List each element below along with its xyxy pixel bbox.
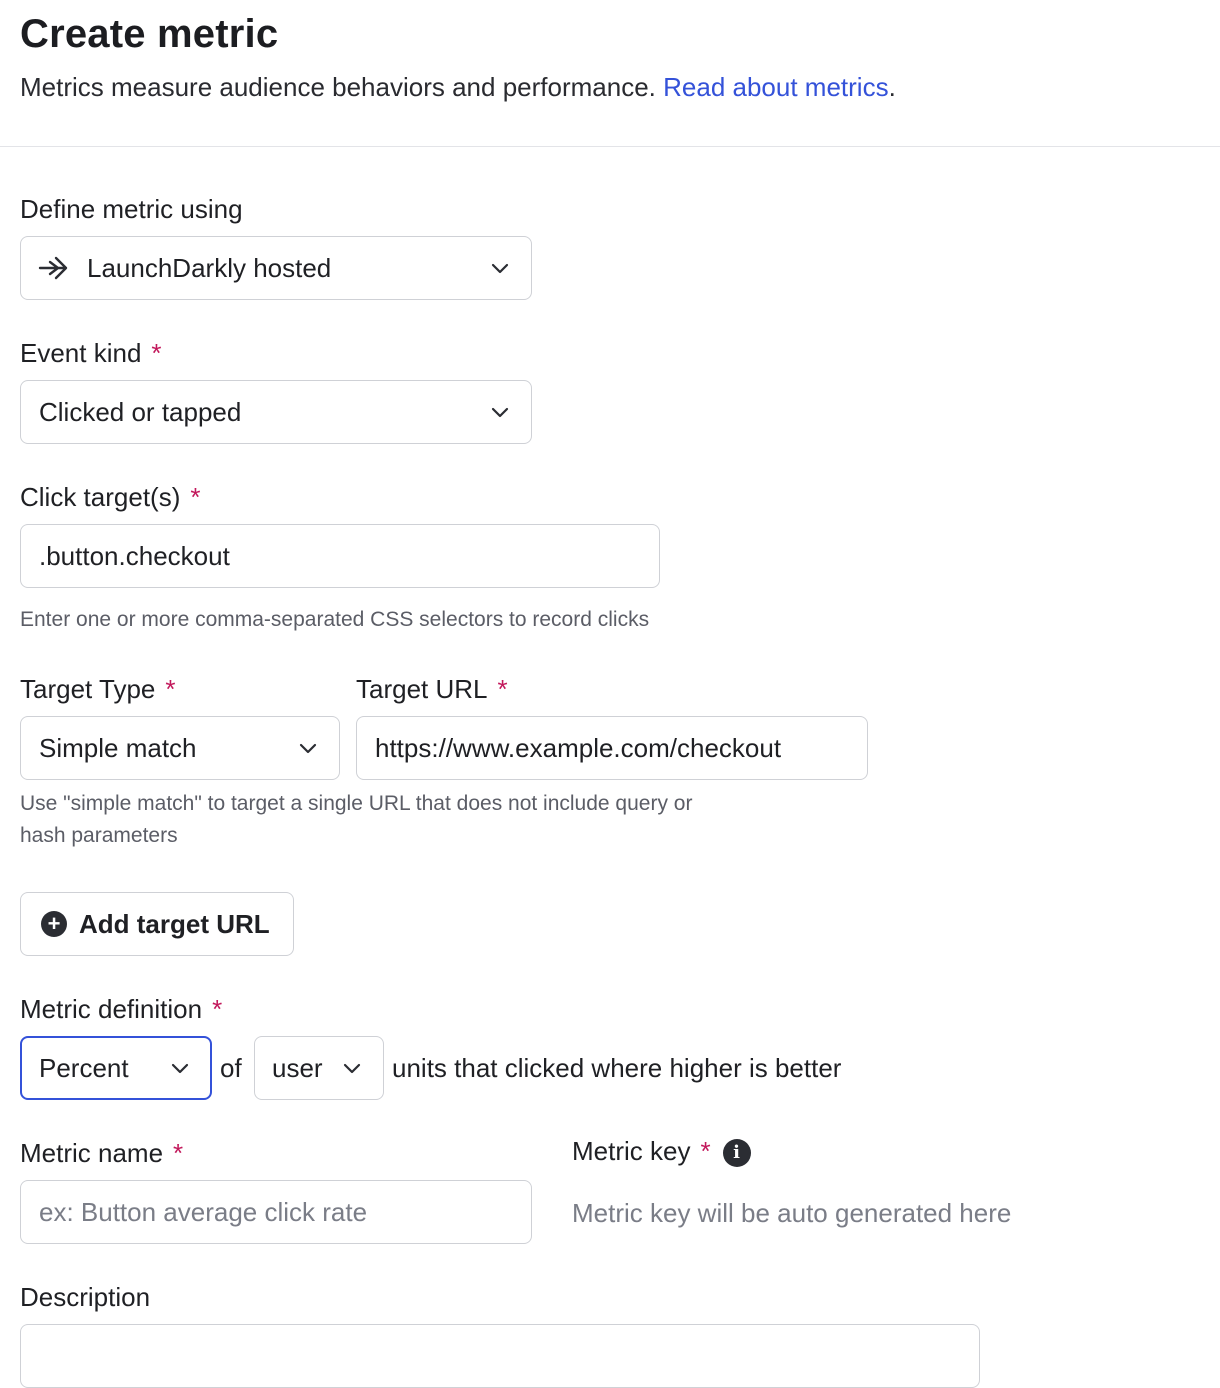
header-divider [0, 146, 1220, 147]
event-kind-select[interactable]: Clicked or tapped [20, 380, 532, 444]
metric-key-label: Metric key * i [572, 1136, 751, 1168]
define-metric-label: Define metric using [20, 194, 243, 224]
define-metric-select[interactable]: LaunchDarkly hosted [20, 236, 532, 300]
page-title: Create metric [20, 12, 279, 56]
required-asterisk: * [190, 482, 201, 512]
subtitle-period: . [888, 72, 896, 102]
description-label: Description [20, 1282, 151, 1312]
click-targets-value: .button.checkout [39, 540, 230, 571]
page-subtitle: Metrics measure audience behaviors and p… [20, 72, 896, 103]
unit-value: user [272, 1052, 323, 1083]
target-type-value: Simple match [39, 732, 197, 763]
required-asterisk: * [165, 674, 176, 704]
metric-definition-label: Metric definition * [20, 994, 222, 1024]
target-type-label-text: Target Type [20, 674, 156, 704]
metric-definition-label-text: Metric definition [20, 994, 203, 1024]
target-url-input[interactable]: https://www.example.com/checkout [356, 716, 868, 780]
click-targets-input[interactable]: .button.checkout [20, 524, 660, 588]
plus-circle-icon: + [41, 911, 67, 937]
chevron-down-icon [171, 1063, 189, 1074]
arrow-right-icon [38, 256, 68, 280]
chevron-down-icon [491, 407, 509, 418]
metric-name-input[interactable]: ex: Button average click rate [20, 1180, 532, 1244]
target-type-select[interactable]: Simple match [20, 716, 340, 780]
metric-name-placeholder: ex: Button average click rate [39, 1196, 368, 1227]
add-target-url-button[interactable]: + Add target URL [20, 892, 294, 956]
target-url-label-text: Target URL [356, 674, 488, 704]
metric-name-label-text: Metric name [20, 1138, 164, 1168]
chevron-down-icon [343, 1063, 361, 1074]
event-kind-value: Clicked or tapped [39, 396, 242, 427]
target-url-label: Target URL * [356, 674, 508, 704]
target-url-value: https://www.example.com/checkout [375, 732, 782, 763]
description-input[interactable] [20, 1324, 980, 1388]
click-targets-hint: Enter one or more comma-separated CSS se… [20, 608, 650, 631]
aggregation-select[interactable]: Percent [20, 1036, 212, 1100]
add-target-url-label: Add target URL [79, 908, 270, 939]
read-about-metrics-link[interactable]: Read about metrics [663, 72, 888, 102]
info-icon[interactable]: i [722, 1139, 751, 1168]
target-url-hint: Use "simple match" to target a single UR… [20, 788, 692, 852]
of-text: of [220, 1053, 242, 1083]
subtitle-text: Metrics measure audience behaviors and p… [20, 72, 656, 102]
event-kind-label-text: Event kind [20, 338, 142, 368]
metric-name-label: Metric name * [20, 1138, 183, 1168]
event-kind-label: Event kind * [20, 338, 162, 368]
target-url-hint-line1: Use "simple match" to target a single UR… [20, 792, 693, 815]
chevron-down-icon [299, 743, 317, 754]
click-targets-label-text: Click target(s) [20, 482, 181, 512]
metric-key-placeholder: Metric key will be auto generated here [572, 1198, 1012, 1228]
aggregation-value: Percent [39, 1052, 129, 1083]
target-url-hint-line2: hash parameters [20, 824, 178, 847]
required-asterisk: * [212, 994, 223, 1024]
required-asterisk: * [173, 1138, 184, 1168]
target-type-label: Target Type * [20, 674, 176, 704]
required-asterisk: * [151, 338, 162, 368]
unit-select[interactable]: user [254, 1036, 384, 1100]
required-asterisk: * [497, 674, 508, 704]
chevron-down-icon [491, 263, 509, 274]
required-asterisk: * [700, 1136, 711, 1166]
metric-definition-suffix: units that clicked where higher is bette… [392, 1053, 842, 1083]
define-metric-value: LaunchDarkly hosted [87, 252, 332, 283]
click-targets-label: Click target(s) * [20, 482, 200, 512]
metric-key-label-text: Metric key [572, 1136, 691, 1166]
